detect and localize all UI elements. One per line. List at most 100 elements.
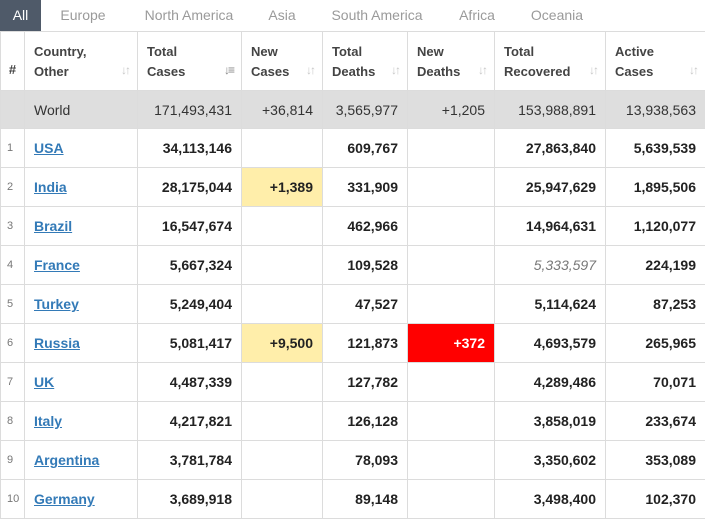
header-line2: Cases [147, 64, 185, 79]
total-cases-cell: 28,175,044 [138, 168, 242, 207]
header-line1: New [417, 44, 444, 59]
header-country[interactable]: Country, Other ↓↑ [25, 32, 138, 91]
new-deaths-cell: +372 [408, 324, 495, 363]
new-cases-cell [242, 363, 323, 402]
header-line1: Country, [34, 44, 86, 59]
country-cell: Germany [25, 480, 138, 519]
total-deaths-cell: 126,128 [323, 402, 408, 441]
table-row: 1USA34,113,146609,76727,863,8405,639,539 [1, 129, 705, 168]
table-row: 7UK4,487,339127,7824,289,48670,071 [1, 363, 705, 402]
active-cases-cell: 5,639,539 [606, 129, 705, 168]
sort-arrows-icon[interactable]: ↓↑ [121, 63, 129, 77]
world-rank-cell [1, 91, 25, 129]
rank-cell: 5 [1, 285, 25, 324]
country-link[interactable]: Italy [34, 413, 62, 429]
new-cases-cell: +1,389 [242, 168, 323, 207]
total-recovered-cell: 3,350,602 [495, 441, 606, 480]
header-line2: Recovered [504, 64, 570, 79]
new-deaths-cell [408, 441, 495, 480]
table-row: 4France5,667,324109,5285,333,597224,199 [1, 246, 705, 285]
active-cases-cell: 224,199 [606, 246, 705, 285]
country-link[interactable]: Argentina [34, 452, 99, 468]
tab-europe[interactable]: Europe [48, 0, 118, 31]
country-link[interactable]: Germany [34, 491, 95, 507]
new-cases-cell: +9,500 [242, 324, 323, 363]
rank-cell: 6 [1, 324, 25, 363]
header-rank-label: # [1, 32, 24, 80]
new-deaths-cell [408, 363, 495, 402]
rank-cell: 8 [1, 402, 25, 441]
new-deaths-cell [408, 129, 495, 168]
country-link[interactable]: India [34, 179, 67, 195]
header-line2: Other [34, 64, 69, 79]
active-cases-cell: 233,674 [606, 402, 705, 441]
sort-active-icon[interactable]: ↓≡ [224, 63, 233, 77]
country-cell: France [25, 246, 138, 285]
total-cases-cell: 5,081,417 [138, 324, 242, 363]
new-cases-cell [242, 207, 323, 246]
total-cases-cell: 4,217,821 [138, 402, 242, 441]
table-row: 8Italy4,217,821126,1283,858,019233,674 [1, 402, 705, 441]
table-row: 3Brazil16,547,674462,96614,964,6311,120,… [1, 207, 705, 246]
world-total-recovered: 153,988,891 [495, 91, 606, 129]
total-deaths-cell: 109,528 [323, 246, 408, 285]
country-link[interactable]: France [34, 257, 80, 273]
active-cases-cell: 70,071 [606, 363, 705, 402]
new-deaths-cell [408, 246, 495, 285]
header-new-deaths[interactable]: New Deaths ↓↑ [408, 32, 495, 91]
header-rank[interactable]: # [1, 32, 25, 91]
total-cases-cell: 3,781,784 [138, 441, 242, 480]
total-recovered-cell: 4,693,579 [495, 324, 606, 363]
country-link[interactable]: Turkey [34, 296, 79, 312]
total-deaths-cell: 78,093 [323, 441, 408, 480]
new-deaths-cell [408, 168, 495, 207]
sort-arrows-icon[interactable]: ↓↑ [589, 63, 597, 77]
world-new-cases: +36,814 [242, 91, 323, 129]
tab-all[interactable]: All [0, 0, 41, 31]
total-recovered-cell: 25,947,629 [495, 168, 606, 207]
table-row: 6Russia5,081,417+9,500121,873+3724,693,5… [1, 324, 705, 363]
header-line1: Active [615, 44, 654, 59]
country-link[interactable]: Russia [34, 335, 80, 351]
new-cases-cell [242, 285, 323, 324]
header-line2: Cases [615, 64, 653, 79]
world-total-cases: 171,493,431 [138, 91, 242, 129]
total-deaths-cell: 47,527 [323, 285, 408, 324]
tab-asia[interactable]: Asia [256, 0, 308, 31]
sort-arrows-icon[interactable]: ↓↑ [689, 63, 697, 77]
country-link[interactable]: Brazil [34, 218, 72, 234]
country-link[interactable]: UK [34, 374, 54, 390]
total-cases-cell: 5,249,404 [138, 285, 242, 324]
header-total-recovered[interactable]: TotalRecovered ↓↑ [495, 32, 606, 91]
tab-oceania[interactable]: Oceania [518, 0, 596, 31]
country-cell: Brazil [25, 207, 138, 246]
active-cases-cell: 1,120,077 [606, 207, 705, 246]
header-new-cases[interactable]: NewCases ↓↑ [242, 32, 323, 91]
country-link[interactable]: USA [34, 140, 64, 156]
sort-arrows-icon[interactable]: ↓↑ [306, 63, 314, 77]
header-line2: Deaths [417, 64, 460, 79]
sort-arrows-icon[interactable]: ↓↑ [391, 63, 399, 77]
rank-cell: 7 [1, 363, 25, 402]
table-row: 2India28,175,044+1,389331,90925,947,6291… [1, 168, 705, 207]
header-total-deaths[interactable]: TotalDeaths ↓↑ [323, 32, 408, 91]
new-cases-cell [242, 246, 323, 285]
world-label: World [25, 91, 138, 129]
header-active-cases[interactable]: Active Cases ↓↑ [606, 32, 705, 91]
tab-north-america[interactable]: North America [128, 0, 250, 31]
world-total-deaths: 3,565,977 [323, 91, 408, 129]
sort-arrows-icon[interactable]: ↓↑ [478, 63, 486, 77]
total-deaths-cell: 89,148 [323, 480, 408, 519]
tab-south-america[interactable]: South America [318, 0, 436, 31]
total-recovered-cell: 4,289,486 [495, 363, 606, 402]
rank-cell: 1 [1, 129, 25, 168]
country-cell: India [25, 168, 138, 207]
header-total-cases[interactable]: Total Cases ↓≡ [138, 32, 242, 91]
country-cell: Argentina [25, 441, 138, 480]
table-row: 10Germany3,689,91889,1483,498,400102,370 [1, 480, 705, 519]
header-line1: Total [147, 44, 177, 59]
covid-stats-table: # Country,Other ↓↑ TotalCases ↓≡ NewCase… [0, 31, 705, 519]
new-cases-cell [242, 441, 323, 480]
header-line2: Cases [251, 64, 289, 79]
tab-africa[interactable]: Africa [446, 0, 508, 31]
